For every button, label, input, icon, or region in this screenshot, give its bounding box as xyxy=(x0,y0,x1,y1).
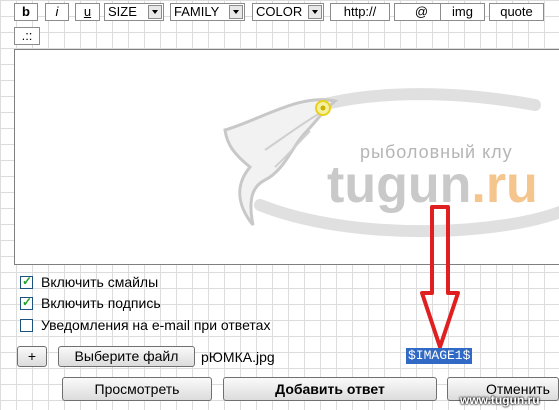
signature-checkbox[interactable] xyxy=(20,295,33,310)
preview-button[interactable]: Просмотреть xyxy=(62,377,212,401)
down-arrow-icon xyxy=(420,205,460,349)
smileys-checkbox[interactable] xyxy=(20,274,33,289)
size-select-label: SIZE xyxy=(108,4,137,19)
chevron-down-icon xyxy=(229,5,243,19)
add-attachment-button[interactable]: + xyxy=(17,346,47,367)
italic-button[interactable]: i xyxy=(45,3,69,21)
chevron-down-icon xyxy=(148,5,162,19)
submit-button[interactable]: Добавить ответ xyxy=(223,377,437,401)
file-name: рЮМКА.jpg xyxy=(201,349,275,365)
email-notify-label: Уведомления на e-mail при ответах xyxy=(41,317,271,333)
color-select[interactable]: COLOR xyxy=(252,3,324,21)
bold-button[interactable]: b xyxy=(14,3,38,21)
family-select-label: FAMILY xyxy=(174,4,220,19)
chevron-down-icon xyxy=(308,5,322,19)
image-button[interactable]: img xyxy=(440,3,485,21)
family-select[interactable]: FAMILY xyxy=(170,3,245,21)
color-select-label: COLOR xyxy=(256,4,303,19)
site-watermark: www.tugun.ru xyxy=(460,393,540,407)
smileys-label: Включить смайлы xyxy=(41,274,159,290)
more-button[interactable]: .:: xyxy=(14,27,40,45)
email-notify-checkbox[interactable] xyxy=(20,319,33,332)
link-button[interactable]: http:// xyxy=(330,3,390,21)
signature-label: Включить подпись xyxy=(41,295,161,311)
watermark-domain-text: .ru xyxy=(471,156,538,214)
message-textarea[interactable]: рыболовный клу tugun.ru xyxy=(14,49,559,265)
choose-file-button[interactable]: Выберите файл xyxy=(58,346,195,367)
quote-button[interactable]: quote xyxy=(489,3,544,21)
underline-button[interactable]: u xyxy=(75,3,100,21)
image-tag[interactable]: $IMAGE1$ xyxy=(406,348,473,364)
size-select[interactable]: SIZE xyxy=(104,3,164,21)
